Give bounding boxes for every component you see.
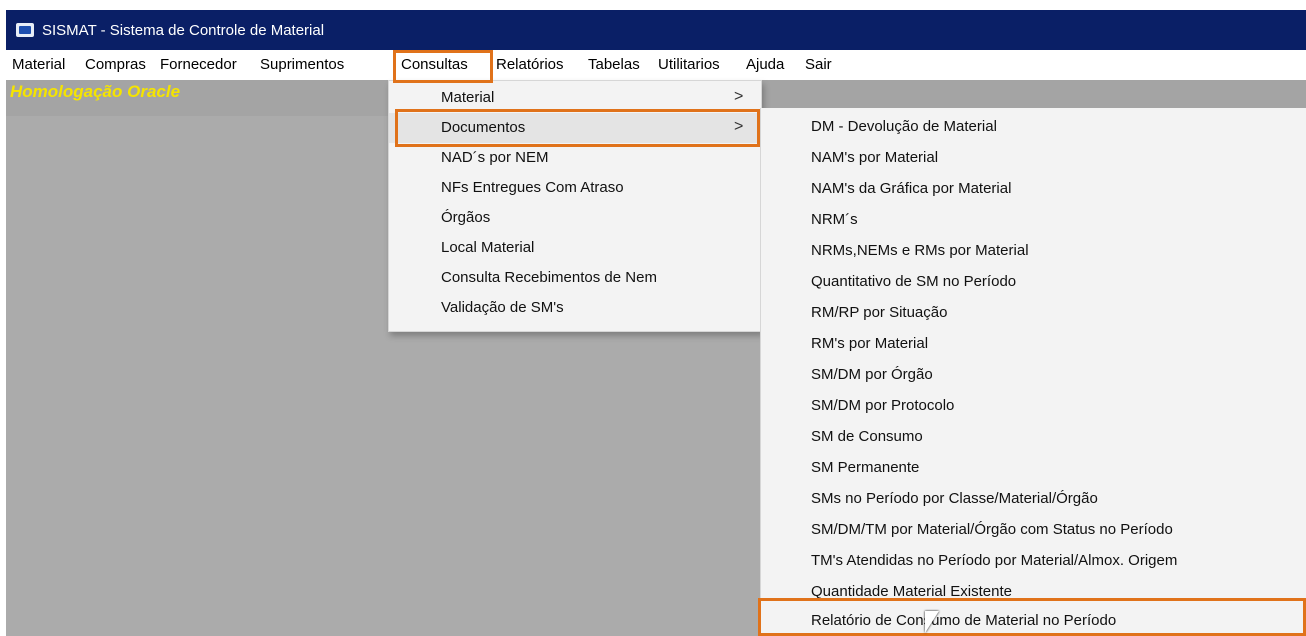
dropdown-item-label: Consulta Recebimentos de Nem	[441, 269, 657, 286]
submenu-item[interactable]: RM's por Material	[761, 328, 1306, 359]
submenu-item[interactable]: SM/DM por Órgão	[761, 359, 1306, 390]
title-bar: SISMAT - Sistema de Controle de Material	[6, 10, 1306, 50]
submenu-item-label: RM/RP por Situação	[811, 304, 948, 321]
menu-bar: Material Compras Fornecedor Suprimentos …	[6, 50, 1306, 80]
dropdown-item-label: Validação de SM's	[441, 299, 564, 316]
menu-material[interactable]: Material	[12, 56, 65, 73]
submenu-item-label: SM Permanente	[811, 459, 920, 476]
dropdown-item-label: Material	[441, 89, 495, 106]
submenu-item-label: NAM's da Gráfica por Material	[811, 180, 1012, 197]
submenu-item-label: SM/DM/TM por Material/Órgão com Status n…	[811, 521, 1173, 538]
submenu-item[interactable]: SM Permanente	[761, 452, 1306, 483]
dropdown-item-documentos[interactable]: Documentos >	[389, 113, 761, 143]
submenu-item-label: RM's por Material	[811, 335, 929, 352]
menu-utilitarios[interactable]: Utilitarios	[658, 56, 720, 73]
submenu-item-relatorio-consumo[interactable]: Relatório de Consumo de Material no Perí…	[761, 605, 1306, 636]
submenu-item[interactable]: NRM´s	[761, 204, 1306, 235]
environment-label: Homologação Oracle	[10, 82, 181, 101]
submenu-item-label: Quantitativo de SM no Período	[811, 273, 1017, 290]
submenu-item[interactable]: TM's Atendidas no Período por Material/A…	[761, 545, 1306, 576]
dropdown-item-material[interactable]: Material >	[389, 83, 761, 113]
mouse-pointer-icon	[925, 611, 939, 633]
submenu-item[interactable]: Quantitativo de SM no Período	[761, 266, 1306, 297]
submenu-item-label: DM - Devolução de Material	[811, 118, 997, 135]
submenu-item[interactable]: SM de Consumo	[761, 421, 1306, 452]
dropdown-item-label: NAD´s por NEM	[441, 149, 549, 166]
submenu-item-label: SM/DM por Órgão	[811, 366, 933, 383]
consultas-dropdown: Material > Documentos > NAD´s por NEM NF…	[388, 80, 762, 332]
submenu-item[interactable]: RM/RP por Situação	[761, 297, 1306, 328]
documentos-submenu: DM - Devolução de Material NAM's por Mat…	[760, 108, 1306, 636]
dropdown-item-nads-por-nem[interactable]: NAD´s por NEM	[389, 143, 761, 173]
submenu-item-label: SM de Consumo	[811, 428, 923, 445]
dropdown-item-label: NFs Entregues Com Atraso	[441, 179, 624, 196]
dropdown-item-label: Local Material	[441, 239, 535, 256]
submenu-item[interactable]: SMs no Período por Classe/Material/Órgão	[761, 483, 1306, 514]
dropdown-item-validacao-sms[interactable]: Validação de SM's	[389, 293, 761, 323]
submenu-item[interactable]: SM/DM/TM por Material/Órgão com Status n…	[761, 514, 1306, 545]
submenu-item-label: SM/DM por Protocolo	[811, 397, 955, 414]
menu-sair[interactable]: Sair	[805, 56, 832, 73]
submenu-item-label: Quantidade Material Existente	[811, 583, 1012, 600]
chevron-right-icon: >	[734, 88, 744, 105]
submenu-item[interactable]: DM - Devolução de Material	[761, 111, 1306, 142]
submenu-item-label: NAM's por Material	[811, 149, 939, 166]
submenu-item[interactable]: Quantidade Material Existente	[761, 576, 1306, 607]
submenu-item[interactable]: NAM's por Material	[761, 142, 1306, 173]
dropdown-item-consulta-recebimentos[interactable]: Consulta Recebimentos de Nem	[389, 263, 761, 293]
menu-tabelas[interactable]: Tabelas	[588, 56, 640, 73]
submenu-item-label: SMs no Período por Classe/Material/Órgão	[811, 490, 1098, 507]
dropdown-item-orgaos[interactable]: Órgãos	[389, 203, 761, 233]
top-strip	[6, 0, 1306, 10]
dropdown-item-nfs-entregues[interactable]: NFs Entregues Com Atraso	[389, 173, 761, 203]
menu-consultas[interactable]: Consultas	[401, 56, 468, 73]
menu-ajuda[interactable]: Ajuda	[746, 56, 784, 73]
submenu-item[interactable]: SM/DM por Protocolo	[761, 390, 1306, 421]
menu-relatorios[interactable]: Relatórios	[496, 56, 564, 73]
dropdown-item-label: Órgãos	[441, 209, 491, 226]
menu-suprimentos[interactable]: Suprimentos	[260, 56, 344, 73]
sismat-app-icon	[16, 23, 34, 37]
dropdown-item-label: Documentos	[441, 119, 526, 136]
menu-compras[interactable]: Compras	[85, 56, 146, 73]
submenu-item-label: NRMs,NEMs e RMs por Material	[811, 242, 1029, 259]
submenu-item-label: Relatório de Consumo de Material no Perí…	[811, 612, 1117, 629]
submenu-item-label: NRM´s	[811, 211, 858, 228]
submenu-item-label: TM's Atendidas no Período por Material/A…	[811, 552, 1178, 569]
chevron-right-icon: >	[734, 118, 744, 135]
menu-fornecedor[interactable]: Fornecedor	[160, 56, 237, 73]
window-title: SISMAT - Sistema de Controle de Material	[42, 21, 325, 39]
submenu-item[interactable]: NRMs,NEMs e RMs por Material	[761, 235, 1306, 266]
submenu-item[interactable]: NAM's da Gráfica por Material	[761, 173, 1306, 204]
dropdown-item-local-material[interactable]: Local Material	[389, 233, 761, 263]
